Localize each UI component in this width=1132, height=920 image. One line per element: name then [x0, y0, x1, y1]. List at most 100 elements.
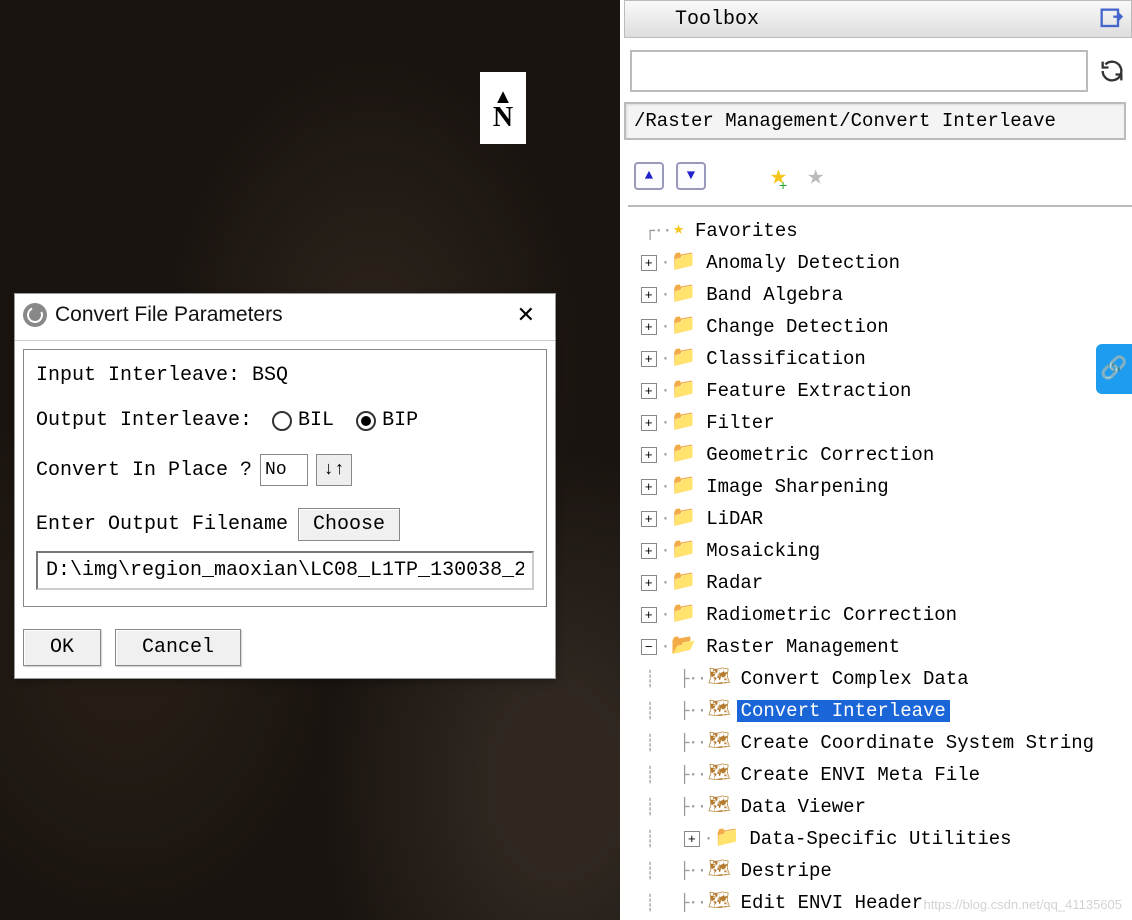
collapse-up-button[interactable]: ▲: [634, 162, 664, 190]
tree-tool-label: Data Viewer: [737, 796, 870, 819]
tree-folder[interactable]: +·📁Mosaicking: [628, 535, 1132, 567]
folder-icon: 📁: [671, 604, 696, 626]
tree-folder[interactable]: +·📁Band Algebra: [628, 279, 1132, 311]
cancel-button[interactable]: Cancel: [115, 629, 241, 666]
dock-icon[interactable]: [1097, 5, 1125, 33]
updown-arrow-icon: ↓↑: [323, 460, 345, 480]
toolbox-panel: Toolbox /Raster Management/Convert Inter…: [624, 0, 1132, 920]
tree-folder[interactable]: +·📁Filter: [628, 407, 1132, 439]
toolbox-header[interactable]: Toolbox: [624, 0, 1132, 38]
tree-folder[interactable]: +·📁Radiometric Correction: [628, 599, 1132, 631]
tree-folder[interactable]: +·📁Radar: [628, 567, 1132, 599]
choose-button[interactable]: Choose: [298, 508, 400, 541]
tree-folder[interactable]: +·📁Geometric Correction: [628, 439, 1132, 471]
tree-favorites[interactable]: ┌··★ Favorites: [628, 215, 1132, 247]
toolbox-title: Toolbox: [675, 8, 759, 31]
swap-button[interactable]: ↓↑: [316, 454, 352, 486]
expand-box-icon[interactable]: +: [641, 287, 657, 303]
tree-raster-management[interactable]: −· 📂 Raster Management: [628, 631, 1132, 663]
input-interleave-label: Input Interleave: BSQ: [36, 364, 288, 387]
tree-folder-label: Image Sharpening: [702, 476, 892, 499]
tree-tool-label: Edit ENVI Header: [737, 892, 927, 915]
tree-folder[interactable]: +·📁LiDAR: [628, 503, 1132, 535]
tree-tool-label: Create Coordinate System String: [737, 732, 1098, 755]
tree-tool-label: Convert Interleave: [737, 700, 950, 723]
tree-folder[interactable]: +·📁Classification: [628, 343, 1132, 375]
tree-tool[interactable]: ┊ ├··🗺Convert Interleave: [628, 695, 1132, 727]
output-filename-input[interactable]: [36, 551, 534, 590]
expand-box-icon[interactable]: +: [641, 607, 657, 623]
tree-tool[interactable]: ┊ ├··🗺Data Viewer: [628, 791, 1132, 823]
folder-icon: 📁: [671, 252, 696, 274]
tree-folder[interactable]: +·📁Change Detection: [628, 311, 1132, 343]
tool-icon: 🗺: [708, 893, 731, 913]
tree-tool[interactable]: ┊ ├··🗺Create Coordinate System String: [628, 727, 1132, 759]
tree-tool[interactable]: ┊ ├··🗺Destripe: [628, 855, 1132, 887]
expand-box-icon[interactable]: +: [641, 511, 657, 527]
folder-icon: 📁: [671, 572, 696, 594]
add-favorite-icon[interactable]: ★+: [770, 158, 795, 193]
refresh-icon[interactable]: [1098, 57, 1126, 85]
tree-folder[interactable]: +·📁Anomaly Detection: [628, 247, 1132, 279]
parameter-group: Input Interleave: BSQ Output Interleave:…: [23, 349, 547, 607]
tree-folder[interactable]: +·📁Image Sharpening: [628, 471, 1132, 503]
tree-folder-label: Geometric Correction: [702, 444, 938, 467]
radio-bip[interactable]: BIP: [356, 409, 418, 432]
expand-box-icon[interactable]: +: [641, 383, 657, 399]
folder-open-icon: 📂: [671, 636, 696, 658]
collapse-box-icon[interactable]: −: [641, 639, 657, 655]
toolbox-tree[interactable]: ┌··★ Favorites +·📁Anomaly Detection +·📁B…: [628, 205, 1132, 919]
expand-box-icon[interactable]: +: [641, 447, 657, 463]
tool-icon: 🗺: [708, 733, 731, 753]
expand-box-icon[interactable]: +: [684, 831, 700, 847]
share-tab[interactable]: 🔗: [1096, 344, 1132, 394]
expand-down-button[interactable]: ▼: [676, 162, 706, 190]
remove-favorite-icon[interactable]: ★: [807, 158, 824, 193]
close-icon[interactable]: ✕: [507, 300, 545, 330]
north-arrow-icon: ▲ N: [480, 72, 526, 144]
link-icon: 🔗: [1100, 356, 1127, 382]
folder-icon: 📁: [671, 348, 696, 370]
folder-icon: 📁: [671, 284, 696, 306]
folder-icon: 📁: [671, 380, 696, 402]
expand-box-icon[interactable]: +: [641, 319, 657, 335]
tool-icon: 🗺: [708, 669, 731, 689]
output-filename-label: Enter Output Filename: [36, 513, 288, 536]
tree-folder-label: Radar: [702, 572, 767, 595]
tree-folder-label: Filter: [702, 412, 778, 435]
folder-icon: 📁: [671, 444, 696, 466]
tree-tool[interactable]: ┊ ├··🗺Convert Complex Data: [628, 663, 1132, 695]
tree-folder[interactable]: +·📁Feature Extraction: [628, 375, 1132, 407]
folder-icon: 📁: [671, 412, 696, 434]
tree-data-specific-utilities[interactable]: ┊ +· 📁 Data-Specific Utilities: [628, 823, 1132, 855]
dialog-title: Convert File Parameters: [55, 303, 283, 327]
tool-icon: 🗺: [708, 765, 731, 785]
tree-tool-label: Convert Complex Data: [737, 668, 973, 691]
convert-in-place-label: Convert In Place ?: [36, 459, 252, 482]
tree-tool-label: Destripe: [737, 860, 836, 883]
map-viewport[interactable]: ▲ N Convert File Parameters ✕ Input Inte…: [0, 0, 620, 920]
tree-tool[interactable]: ┊ ├··🗺Create ENVI Meta File: [628, 759, 1132, 791]
tree-folder-label: Band Algebra: [702, 284, 847, 307]
expand-box-icon[interactable]: +: [641, 543, 657, 559]
convert-in-place-input[interactable]: [260, 454, 308, 486]
tool-icon: 🗺: [708, 797, 731, 817]
convert-file-parameters-dialog: Convert File Parameters ✕ Input Interlea…: [14, 293, 556, 679]
folder-icon: 📁: [671, 540, 696, 562]
chevron-down-icon: ▼: [687, 168, 695, 184]
watermark: https://blog.csdn.net/qq_41135605: [923, 897, 1122, 912]
tree-folder-label: Feature Extraction: [702, 380, 915, 403]
radio-bil[interactable]: BIL: [272, 409, 334, 432]
output-interleave-label: Output Interleave:: [36, 409, 252, 432]
tree-folder-label: Classification: [702, 348, 870, 371]
ok-button[interactable]: OK: [23, 629, 101, 666]
tree-tool-label: Create ENVI Meta File: [737, 764, 984, 787]
expand-box-icon[interactable]: +: [641, 255, 657, 271]
expand-box-icon[interactable]: +: [641, 351, 657, 367]
tree-folder-label: Radiometric Correction: [702, 604, 961, 627]
expand-box-icon[interactable]: +: [641, 575, 657, 591]
expand-box-icon[interactable]: +: [641, 415, 657, 431]
search-input[interactable]: [630, 50, 1088, 92]
dialog-titlebar[interactable]: Convert File Parameters ✕: [15, 294, 555, 341]
expand-box-icon[interactable]: +: [641, 479, 657, 495]
